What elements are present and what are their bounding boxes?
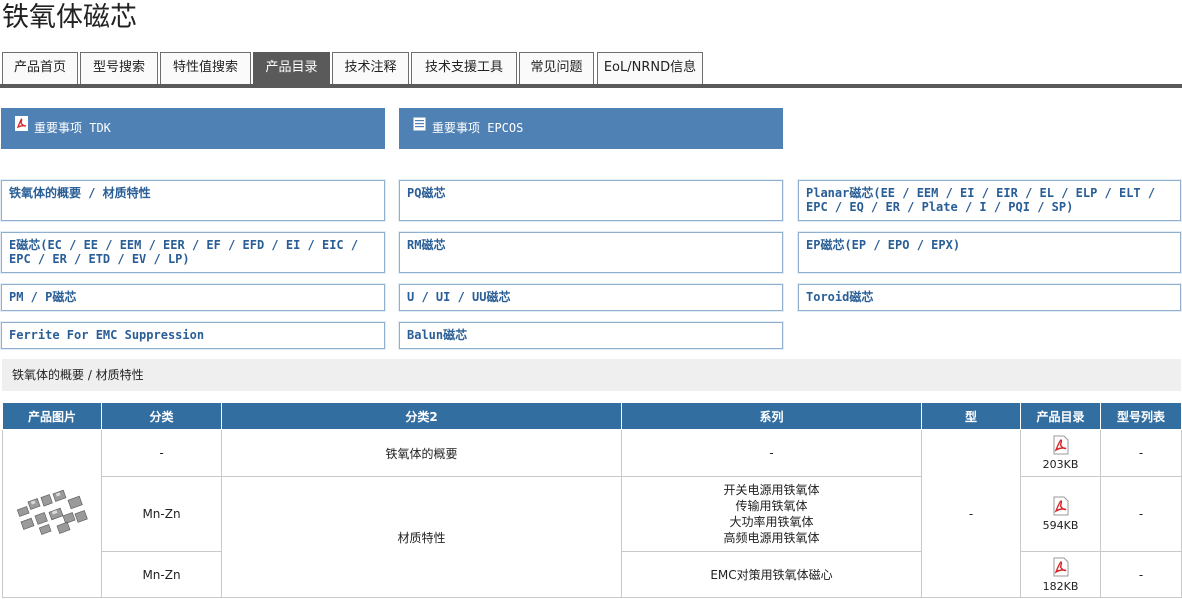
pdf-icon (1051, 557, 1071, 580)
product-image-cell (2, 429, 102, 598)
category-e-core[interactable]: E磁芯(EC / EE / EEM / EER / EF / EFD / EI … (0, 231, 386, 274)
part-list-cell: - (1100, 429, 1182, 477)
header-product-image: 产品图片 (2, 402, 102, 430)
tab-support-tools[interactable]: 技术支援工具 (411, 52, 517, 84)
notice-epcos-label: 重要事项 EPCOS (432, 121, 524, 135)
catalog-size: 594KB (1042, 519, 1079, 532)
catalog-pdf-link[interactable]: 594KB (1020, 476, 1101, 552)
document-icon (413, 107, 426, 148)
tab-underline (0, 84, 1182, 88)
notice-epcos[interactable]: 重要事项 EPCOS (399, 108, 783, 149)
header-type: 型 (921, 402, 1021, 430)
series-line: 传输用铁氧体 (735, 499, 808, 513)
category-toroid-core[interactable]: Toroid磁芯 (797, 283, 1182, 312)
pdf-icon (1051, 496, 1071, 519)
ferrite-cores-image (16, 489, 88, 535)
tab-faq[interactable]: 常见问题 (519, 52, 594, 84)
category-pq-core[interactable]: PQ磁芯 (398, 179, 784, 222)
pdf-icon (1051, 435, 1071, 458)
category2-cell: 铁氧体的概要 (221, 429, 622, 477)
catalog-size: 182KB (1042, 579, 1079, 593)
series-cell: 开关电源用铁氧体 传输用铁氧体 大功率用铁氧体 高频电源用铁氧体 (621, 476, 922, 552)
category-balun-core[interactable]: Balun磁芯 (398, 321, 784, 350)
table-row: - 铁氧体的概要 - - 203KB - (2, 429, 1182, 598)
catalog-size: 203KB (1042, 458, 1079, 471)
category-ep-core[interactable]: EP磁芯(EP / EPO / EPX) (797, 231, 1182, 274)
category-cell: Mn-Zn (101, 551, 222, 598)
tab-catalog[interactable]: 产品目录 (253, 52, 330, 84)
header-part-list: 型号列表 (1100, 402, 1182, 430)
category-pm-p-core[interactable]: PM / P磁芯 (0, 283, 386, 312)
category-cell: Mn-Zn (101, 476, 222, 552)
series-line: 开关电源用铁氧体 (723, 483, 820, 497)
category2-cell: 材质特性 (221, 476, 622, 598)
category-planar-core[interactable]: Planar磁芯(EE / EEM / EI / EIR / EL / ELP … (797, 179, 1182, 222)
part-list-cell: - (1100, 551, 1182, 598)
type-cell: - (921, 429, 1021, 598)
category-rm-core[interactable]: RM磁芯 (398, 231, 784, 274)
page-title: 铁氧体磁芯 (2, 2, 137, 33)
tab-spec-search[interactable]: 特性值搜索 (160, 52, 251, 84)
series-cell: - (621, 429, 922, 477)
tab-product-home[interactable]: 产品首页 (2, 52, 78, 84)
product-table: 产品图片 分类 分类2 系列 型 产品目录 型号列表 - 铁氧体的概要 - - … (2, 402, 1182, 598)
catalog-pdf-link[interactable]: 203KB (1020, 429, 1101, 477)
notice-tdk[interactable]: 重要事项 TDK (1, 108, 385, 149)
series-line: 高频电源用铁氧体 (723, 531, 820, 545)
series-cell: EMC对策用铁氧体磁心 (621, 551, 922, 598)
category-ferrite-overview[interactable]: 铁氧体的概要 / 材质特性 (0, 179, 386, 222)
category-emc-ferrite[interactable]: Ferrite For EMC Suppression (0, 321, 386, 350)
breadcrumb: 铁氧体的概要 / 材质特性 (2, 359, 1181, 391)
header-category: 分类 (101, 402, 222, 430)
series-line: 大功率用铁氧体 (729, 515, 814, 529)
category-u-core[interactable]: U / UI / UU磁芯 (398, 283, 784, 312)
table-header-row: 产品图片 分类 分类2 系列 型 产品目录 型号列表 (2, 402, 1182, 430)
header-category2: 分类2 (221, 402, 622, 430)
tab-eol-nrnd[interactable]: EoL/NRND信息 (597, 52, 703, 84)
catalog-pdf-link[interactable]: 182KB (1020, 551, 1101, 598)
part-list-cell: - (1100, 476, 1182, 552)
tab-tech-notes[interactable]: 技术注释 (332, 52, 409, 84)
category-cell: - (101, 429, 222, 477)
notice-tdk-label: 重要事项 TDK (34, 121, 111, 135)
header-catalog: 产品目录 (1020, 402, 1101, 430)
pdf-icon (15, 107, 28, 148)
header-series: 系列 (621, 402, 922, 430)
tab-part-search[interactable]: 型号搜索 (80, 52, 158, 84)
